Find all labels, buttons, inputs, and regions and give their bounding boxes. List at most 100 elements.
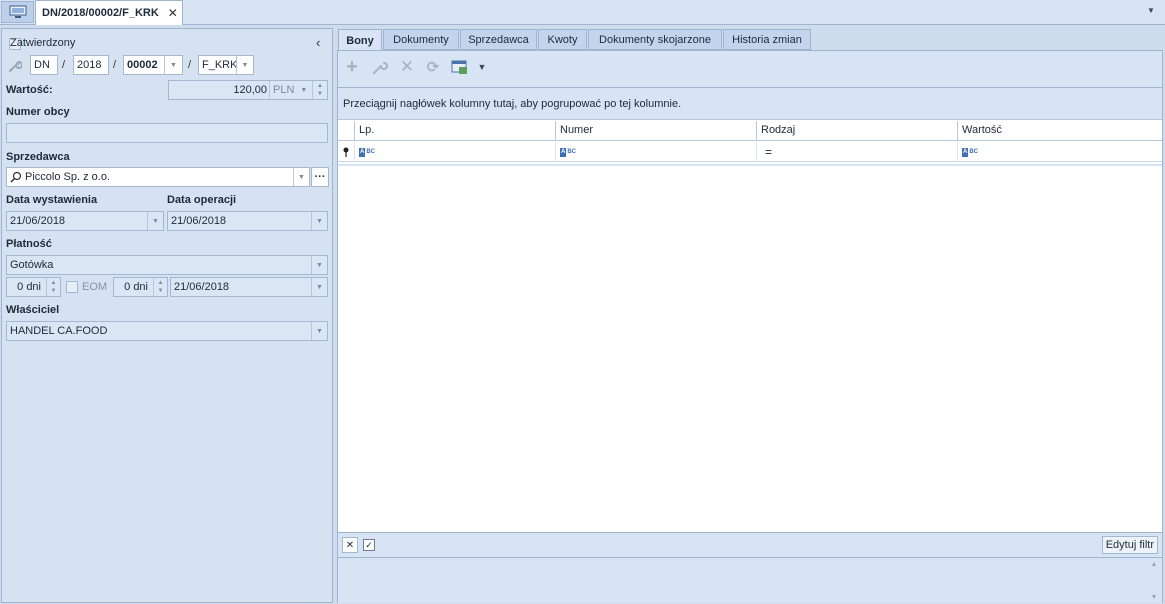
collapse-panel-icon[interactable]: ‹ (316, 35, 320, 50)
filter-cell-rodzaj[interactable]: = (756, 142, 957, 162)
column-header-wartosc[interactable]: Wartość (957, 121, 1162, 141)
issue-date-dropdown-icon[interactable]: ▼ (147, 212, 163, 230)
doc-year-field[interactable]: 2018 (73, 55, 109, 75)
approved-label: Zatwierdzony (10, 37, 76, 49)
operation-date-field[interactable]: 21/06/2018 ▼ (167, 211, 328, 231)
home-button[interactable] (1, 1, 34, 23)
currency-select[interactable]: PLN ▼ (269, 81, 311, 99)
grid-toolbar: + ✕ ⟳ ▼ (338, 51, 1162, 85)
tab-historia-zmian[interactable]: Historia zmian (723, 29, 811, 50)
filter-row-indicator (338, 142, 354, 162)
scroll-down-icon[interactable]: ▼ (1151, 594, 1158, 601)
payment-days2-spinner[interactable]: ▲ ▼ (153, 278, 167, 296)
group-by-hint: Przeciągnij nagłówek kolumny tutaj, aby … (338, 88, 1162, 120)
payment-date-value: 21/06/2018 (174, 281, 230, 293)
doc-series-dropdown-icon[interactable]: ▼ (236, 56, 253, 74)
payment-days2-field[interactable]: 0 dni ▲ ▼ (113, 277, 168, 297)
pin-icon (343, 147, 349, 157)
seller-dropdown-icon[interactable]: ▼ (293, 168, 309, 186)
export-dropdown-icon[interactable]: ▼ (473, 58, 491, 76)
doc-number-field[interactable]: 00002 ▼ (123, 55, 183, 75)
clear-filter-icon[interactable]: ✕ (342, 537, 358, 553)
notes-scrollbar[interactable]: ▲ ▼ (1148, 561, 1160, 601)
seller-field[interactable]: Piccolo Sp. z o.o. ▼ (6, 167, 310, 187)
tab-list-dropdown-icon[interactable]: ▼ (1147, 6, 1157, 16)
refresh-icon[interactable]: ⟳ (424, 58, 442, 76)
currency-value: PLN (273, 84, 295, 96)
separator: / (113, 59, 117, 71)
payment-method-dropdown-icon[interactable]: ▼ (311, 256, 327, 274)
owner-dropdown-icon[interactable]: ▼ (311, 322, 327, 340)
grid-filter-row: A BC A BC = A BC (338, 142, 1162, 162)
tab-kwoty[interactable]: Kwoty (538, 29, 587, 50)
issue-date-field[interactable]: 21/06/2018 ▼ (6, 211, 164, 231)
column-header-numer[interactable]: Numer (555, 121, 756, 141)
text-filter-icon: A BC (359, 147, 376, 157)
payment-method-value: Gotówka (10, 259, 54, 271)
payment-days-field[interactable]: 0 dni ▲ ▼ (6, 277, 61, 297)
search-icon (10, 171, 22, 183)
text-filter-icon: A BC (560, 147, 577, 157)
vouchers-grid: Przeciągnij nagłówek kolumny tutaj, aby … (338, 87, 1162, 532)
operation-date-value: 21/06/2018 (171, 215, 227, 227)
row-indicator-header (338, 121, 354, 141)
issue-date-label: Data wystawienia (6, 194, 98, 206)
payment-label: Płatność (6, 238, 52, 250)
payment-method-field[interactable]: Gotówka ▼ (6, 255, 328, 275)
check-icon: ✓ (363, 539, 375, 551)
payment-date-dropdown-icon[interactable]: ▼ (311, 278, 327, 296)
tab-dokumenty-skojarzone[interactable]: Dokumenty skojarzone (588, 29, 722, 50)
notes-area[interactable]: ▲ ▼ (338, 557, 1162, 603)
delete-icon[interactable]: ✕ (398, 57, 416, 76)
add-icon[interactable]: + (343, 56, 361, 78)
close-tab-icon[interactable]: ✕ (168, 6, 178, 20)
edit-filter-button[interactable]: Edytuj filtr (1101, 536, 1158, 554)
currency-dropdown-icon: ▼ (300, 86, 308, 94)
column-header-rodzaj[interactable]: Rodzaj (756, 121, 957, 141)
grid-filter-bar: ✕ ✓ Edytuj filtr (338, 532, 1162, 556)
eom-label: EOM (82, 281, 108, 293)
document-tab[interactable]: DN/2018/00002/F_KRK ✕ (35, 0, 183, 25)
doc-number-value: 00002 (127, 59, 158, 71)
scroll-up-icon[interactable]: ▲ (1151, 561, 1158, 568)
operation-date-dropdown-icon[interactable]: ▼ (311, 212, 327, 230)
owner-label: Właściciel (6, 304, 60, 316)
owner-value: HANDEL CA.FOOD (10, 325, 108, 337)
filter-cell-lp[interactable]: A BC (354, 142, 555, 162)
doc-year-value: 2018 (77, 59, 102, 71)
document-tab-title: DN/2018/00002/F_KRK (42, 7, 159, 19)
seller-value: Piccolo Sp. z o.o. (25, 171, 110, 183)
column-header-lp[interactable]: Lp. (354, 121, 555, 141)
wrench-icon[interactable] (8, 59, 22, 73)
payment-days2-value: 0 dni (124, 281, 148, 293)
filter-cell-numer[interactable]: A BC (555, 142, 756, 162)
grid-column-headers: Lp. Numer Rodzaj Wartość (338, 121, 1162, 141)
monitor-icon (9, 5, 26, 18)
vouchers-panel: + ✕ ⟳ ▼ Przeciągnij nagłówek kolumny tut… (337, 50, 1163, 603)
filter-cell-wartosc[interactable]: A BC (957, 142, 1162, 162)
enable-filter-checkbox[interactable]: ✓ (361, 537, 377, 553)
seller-more-button[interactable]: ··· (311, 167, 329, 187)
owner-field[interactable]: HANDEL CA.FOOD ▼ (6, 321, 328, 341)
value-spinner[interactable]: ▲ ▼ (312, 81, 327, 99)
doc-prefix-field[interactable]: DN (30, 55, 58, 75)
separator: / (188, 59, 192, 71)
tab-dokumenty[interactable]: Dokumenty (383, 29, 459, 50)
tab-bony[interactable]: Bony (338, 29, 382, 51)
eom-checkbox[interactable] (66, 281, 78, 293)
external-number-field[interactable] (6, 123, 328, 143)
grid-separator (338, 164, 1162, 166)
tab-sprzedawca[interactable]: Sprzedawca (460, 29, 537, 50)
edit-icon[interactable] (371, 58, 389, 76)
export-icon[interactable] (451, 58, 469, 76)
equals-filter-icon: = (765, 145, 773, 159)
payment-days-spinner[interactable]: ▲ ▼ (46, 278, 60, 296)
text-filter-icon: A BC (962, 147, 979, 157)
separator: / (62, 59, 66, 71)
value-amount: 120,00 (233, 84, 267, 96)
doc-number-dropdown-icon[interactable]: ▼ (164, 56, 182, 74)
value-label: Wartość: (6, 84, 53, 96)
payment-date-field[interactable]: 21/06/2018 ▼ (170, 277, 328, 297)
doc-series-field[interactable]: F_KRK ▼ (198, 55, 254, 75)
seller-label: Sprzedawca (6, 151, 70, 163)
